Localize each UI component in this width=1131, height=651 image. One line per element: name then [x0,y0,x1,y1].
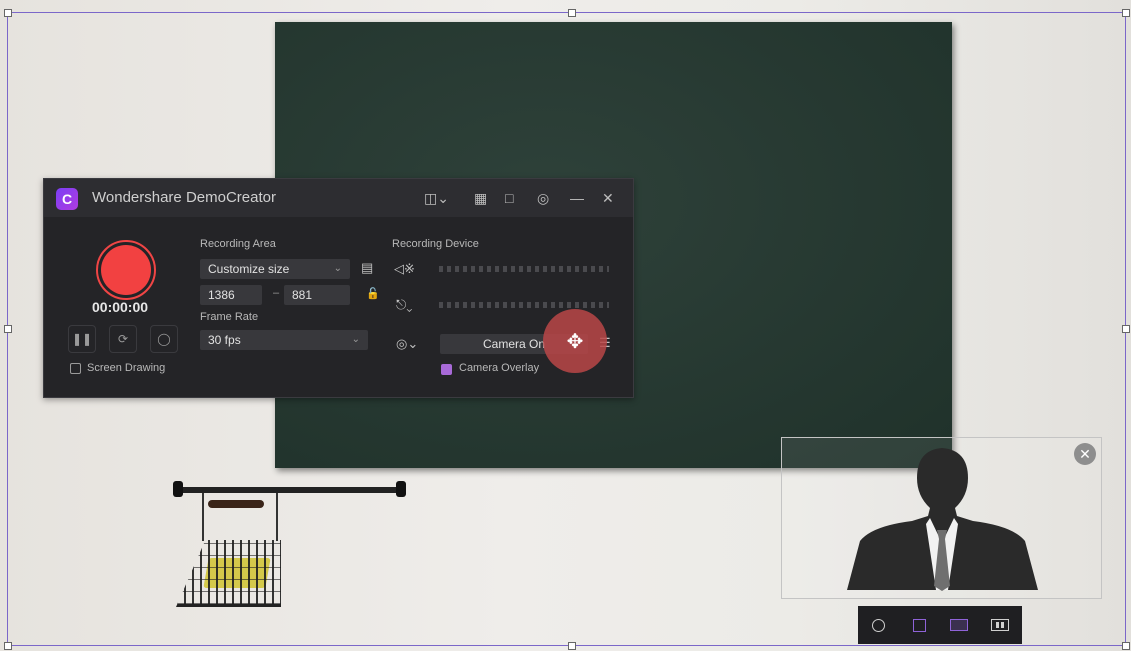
pause-button[interactable]: ❚❚ [68,325,96,353]
recorder-window: C Wondershare DemoCreator ◫⌄ ▦ □ ◎ — ✕ 0… [43,178,634,398]
lock-icon[interactable]: 🔓 [366,287,380,300]
move-handle-icon[interactable]: ✥ [543,309,607,373]
chevron-down-icon: ⌄ [333,263,342,274]
resize-handle-top[interactable] [568,9,576,17]
app-title: Wondershare DemoCreator [92,189,276,206]
frame-rate-label: Frame Rate [200,311,259,323]
stop-button[interactable]: ◯ [150,325,178,353]
height-value: 881 [292,288,313,302]
settings-icon[interactable]: ◎ [537,189,549,207]
width-field[interactable]: 1386 [200,285,262,305]
screen-select-icon[interactable]: ◫⌄ [424,189,449,207]
recording-device-label: Recording Device [392,238,479,250]
screen-drawing-label: Screen Drawing [87,362,166,374]
person-silhouette-icon [847,448,1038,591]
resize-handle-right[interactable] [1122,325,1130,333]
record-dot [101,245,151,295]
resize-handle-top-right[interactable] [1122,9,1130,17]
record-window-icon[interactable]: ▦ [474,189,487,207]
restart-icon: ⟳ [117,332,129,346]
chevron-down-icon: ⌄ [351,334,360,345]
speaker-level-meter [439,266,609,272]
webcam-icon[interactable]: ◎⌄ [396,336,418,352]
split-shape-icon[interactable] [990,615,1010,635]
camera-overlay-frame[interactable] [781,437,1102,599]
recording-area-select[interactable]: Customize size ⌄ [200,259,350,279]
circle-shape-icon[interactable] [868,615,888,635]
height-field[interactable]: 881 [284,285,350,305]
desktop-background: C Wondershare DemoCreator ◫⌄ ▦ □ ◎ — ✕ 0… [0,0,1131,651]
frame-rate-value: 30 fps [208,333,241,347]
size-separator: – [273,287,280,299]
microphone-icon[interactable]: ⎋⌄ [396,297,412,313]
camera-value: Camera On [482,337,546,351]
recording-area-value: Customize size [208,262,290,276]
pause-icon: ❚❚ [71,332,93,346]
camera-shape-toolbar [858,606,1022,644]
camera-overlay-label: Camera Overlay [459,362,540,374]
minimize-icon[interactable]: — [570,189,584,207]
resize-handle-top-left[interactable] [4,9,12,17]
square-shape-icon[interactable] [909,615,929,635]
shield-icon: ◯ [157,332,171,346]
restart-button[interactable]: ⟳ [109,325,137,353]
picture-shape-icon[interactable] [949,615,969,635]
microphone-level-meter [439,302,609,308]
close-icon[interactable]: ✕ [602,189,614,207]
logo-glyph: C [61,191,73,207]
resize-handle-bottom[interactable] [568,642,576,650]
democreator-logo-icon: C [56,188,78,210]
close-overlay-icon[interactable]: ✕ [1074,443,1096,465]
title-bar[interactable]: C Wondershare DemoCreator ◫⌄ ▦ □ ◎ — ✕ [44,179,633,217]
screen-drawing-checkbox[interactable] [70,363,81,374]
camera-overlay-checkbox[interactable] [441,364,452,375]
width-value: 1386 [208,288,235,302]
recording-area-label: Recording Area [200,238,276,250]
fullscreen-icon[interactable]: □ [505,189,513,207]
record-button[interactable] [96,240,156,300]
resize-handle-left[interactable] [4,325,12,333]
resize-handle-bottom-left[interactable] [4,642,12,650]
speaker-icon[interactable]: ◁※ [394,261,415,277]
frame-rate-select[interactable]: 30 fps ⌄ [200,330,368,350]
timer: 00:00:00 [92,299,149,315]
aspect-ratio-icon[interactable]: ▤ [361,260,373,276]
resize-handle-bottom-right[interactable] [1122,642,1130,650]
